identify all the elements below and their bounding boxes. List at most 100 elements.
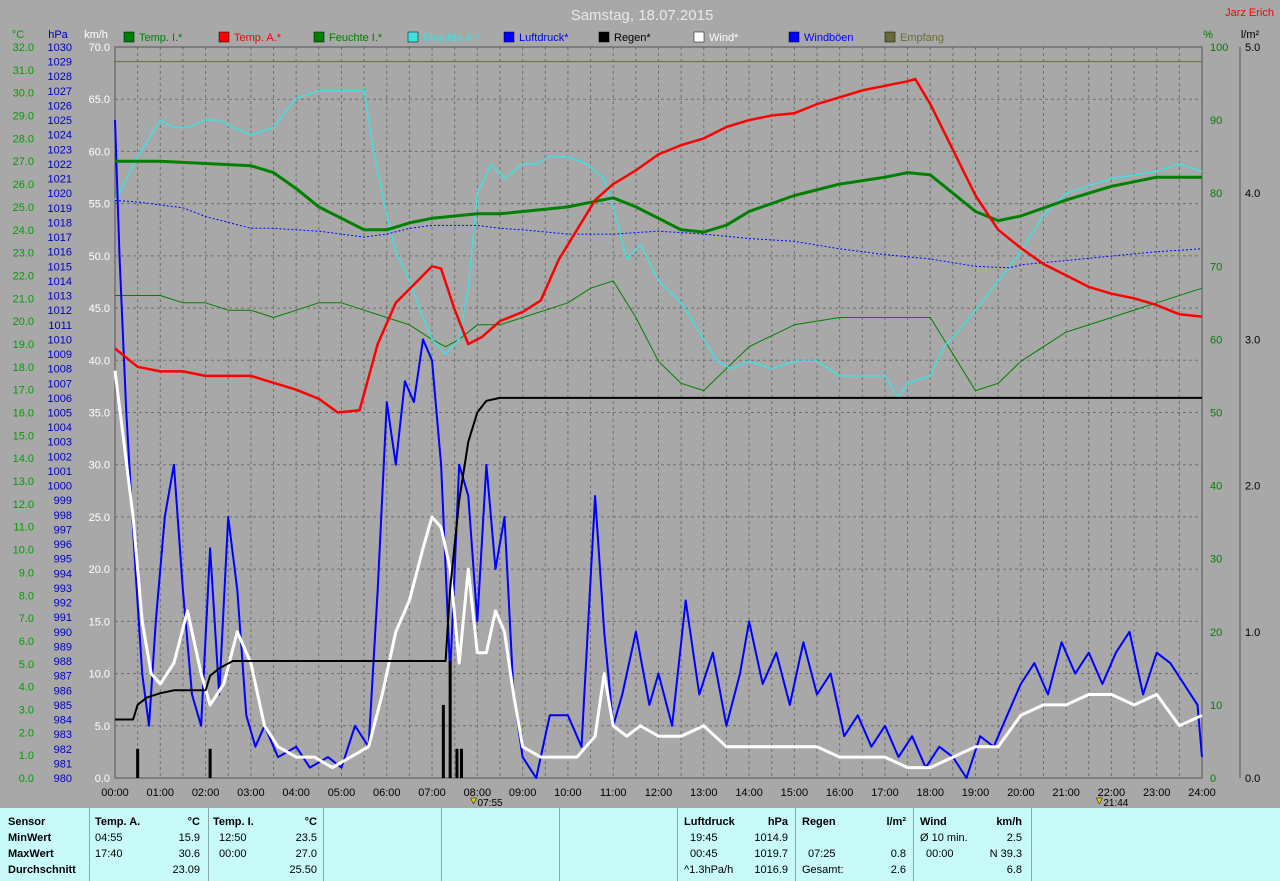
legend-entry: Temp. I.*	[139, 32, 183, 44]
temp-i-min-time: 12:50	[219, 832, 247, 844]
pressure-tick-label: 1004	[48, 422, 72, 434]
pressure-tick-label: 1007	[48, 378, 72, 390]
rain-impulse-bar	[459, 748, 463, 778]
temp-tick-label: 9.0	[19, 567, 34, 579]
pressure-tick-label: 992	[54, 598, 72, 610]
temp-tick-label: 28.0	[13, 133, 34, 145]
luftdruck-max: 1019.7	[754, 848, 788, 860]
temp-tick-label: 19.0	[13, 339, 34, 351]
temp-tick-label: 0.0	[19, 773, 34, 785]
pct-tick-label: 0	[1210, 773, 1216, 785]
temp-tick-label: 29.0	[13, 111, 34, 123]
temp-tick-label: 15.0	[13, 430, 34, 442]
legend-swatch	[218, 31, 230, 43]
left-axis-unit: km/h	[84, 29, 108, 41]
pressure-tick-label: 999	[54, 495, 72, 507]
pressure-tick-label: 988	[54, 656, 72, 668]
pressure-tick-label: 982	[54, 744, 72, 756]
temp-a-min: 15.9	[178, 832, 200, 844]
time-tick-label: 13:00	[690, 787, 718, 799]
rain-tick-label: 4.0	[1245, 188, 1260, 200]
kmh-tick-label: 25.0	[89, 512, 110, 524]
pressure-tick-label: 980	[54, 773, 72, 785]
temp-tick-label: 4.0	[19, 682, 34, 694]
luftdruck-trend: ^1.3hPa/h	[684, 864, 734, 876]
pct-tick-label: 50	[1210, 408, 1222, 420]
pressure-tick-label: 1008	[48, 364, 72, 376]
luftdruck-max-time: 00:45	[690, 848, 718, 860]
legend-entry: Feuchte I.*	[329, 32, 383, 44]
pressure-tick-label: 987	[54, 671, 72, 683]
temp-a-min-time: 04:55	[95, 832, 123, 844]
time-tick-label: 20:00	[1007, 787, 1035, 799]
pct-tick-label: 10	[1210, 700, 1222, 712]
time-tick-label: 24:00	[1188, 787, 1216, 799]
kmh-tick-label: 5.0	[95, 721, 110, 733]
pressure-tick-label: 1016	[48, 247, 72, 259]
pressure-tick-label: 998	[54, 510, 72, 522]
rain-axis-unit: l/m²	[1241, 29, 1260, 41]
time-tick-label: 00:00	[101, 787, 129, 799]
temp-tick-label: 23.0	[13, 248, 34, 260]
pct-tick-label: 90	[1210, 115, 1222, 127]
kmh-tick-label: 60.0	[89, 146, 110, 158]
legend-swatch	[313, 31, 325, 43]
kmh-tick-label: 50.0	[89, 251, 110, 263]
pressure-tick-label: 981	[54, 758, 72, 770]
sunrise-marker-label: 07:55	[478, 798, 503, 808]
pct-tick-label: 60	[1210, 334, 1222, 346]
rain-tick-label: 1.0	[1245, 627, 1260, 639]
rain-impulse-bar	[208, 748, 212, 778]
pressure-tick-label: 1029	[48, 57, 72, 69]
temp-tick-label: 13.0	[13, 476, 34, 488]
pressure-tick-label: 1006	[48, 393, 72, 405]
pressure-tick-label: 1002	[48, 451, 72, 463]
summary-panel: Sensor MinWert MaxWert Durchschnitt Temp…	[0, 808, 1280, 881]
weather-chart: Samstag, 18.07.2015 Jarz Erich Temp. I.*…	[0, 0, 1280, 808]
left-axis-unit: hPa	[48, 29, 68, 41]
temp-tick-label: 24.0	[13, 225, 34, 237]
pressure-tick-label: 1005	[48, 408, 72, 420]
temp-tick-label: 2.0	[19, 727, 34, 739]
wind-avg: 6.8	[1006, 864, 1022, 876]
pressure-tick-label: 996	[54, 539, 72, 551]
time-tick-label: 14:00	[735, 787, 763, 799]
temp-tick-label: 25.0	[13, 202, 34, 214]
avg-row-label: Durchschnitt	[8, 864, 76, 876]
temp-a-avg: 23.09	[172, 864, 200, 876]
pressure-tick-label: 1026	[48, 100, 72, 112]
pressure-tick-label: 994	[54, 568, 72, 580]
legend-swatch	[407, 31, 419, 43]
regen-total: 2.6	[890, 864, 906, 876]
wind-min-label: Ø 10 min.	[920, 832, 968, 844]
temp-tick-label: 27.0	[13, 156, 34, 168]
luftdruck-avg: 1016.9	[754, 864, 788, 876]
rain-impulse-bar	[455, 748, 459, 778]
pressure-tick-label: 1022	[48, 159, 72, 171]
regen-unit: l/m²	[886, 816, 906, 828]
kmh-tick-label: 65.0	[89, 94, 110, 106]
wind-min: 2.5	[1006, 832, 1022, 844]
temp-tick-label: 11.0	[13, 522, 34, 534]
rain-tick-label: 5.0	[1245, 42, 1260, 54]
regen-max-time: 07:25	[808, 848, 836, 860]
time-tick-label: 21:00	[1052, 787, 1080, 799]
pressure-tick-label: 990	[54, 627, 72, 639]
pct-tick-label: 100	[1210, 42, 1228, 54]
author-label: Jarz Erich	[1225, 7, 1274, 19]
time-tick-label: 16:00	[826, 787, 854, 799]
temp-tick-label: 21.0	[13, 293, 34, 305]
pressure-tick-label: 991	[54, 612, 72, 624]
pct-tick-label: 20	[1210, 627, 1222, 639]
pressure-tick-label: 1014	[48, 276, 72, 288]
pressure-tick-label: 995	[54, 554, 72, 566]
pressure-tick-label: 1030	[48, 42, 72, 54]
temp-tick-label: 6.0	[19, 636, 34, 648]
legend-swatch	[123, 31, 135, 43]
temp-tick-label: 3.0	[19, 704, 34, 716]
pct-tick-label: 70	[1210, 261, 1222, 273]
kmh-tick-label: 20.0	[89, 564, 110, 576]
regen-header: Regen	[802, 816, 836, 828]
temp-tick-label: 10.0	[13, 545, 34, 557]
temp-tick-label: 17.0	[13, 385, 34, 397]
